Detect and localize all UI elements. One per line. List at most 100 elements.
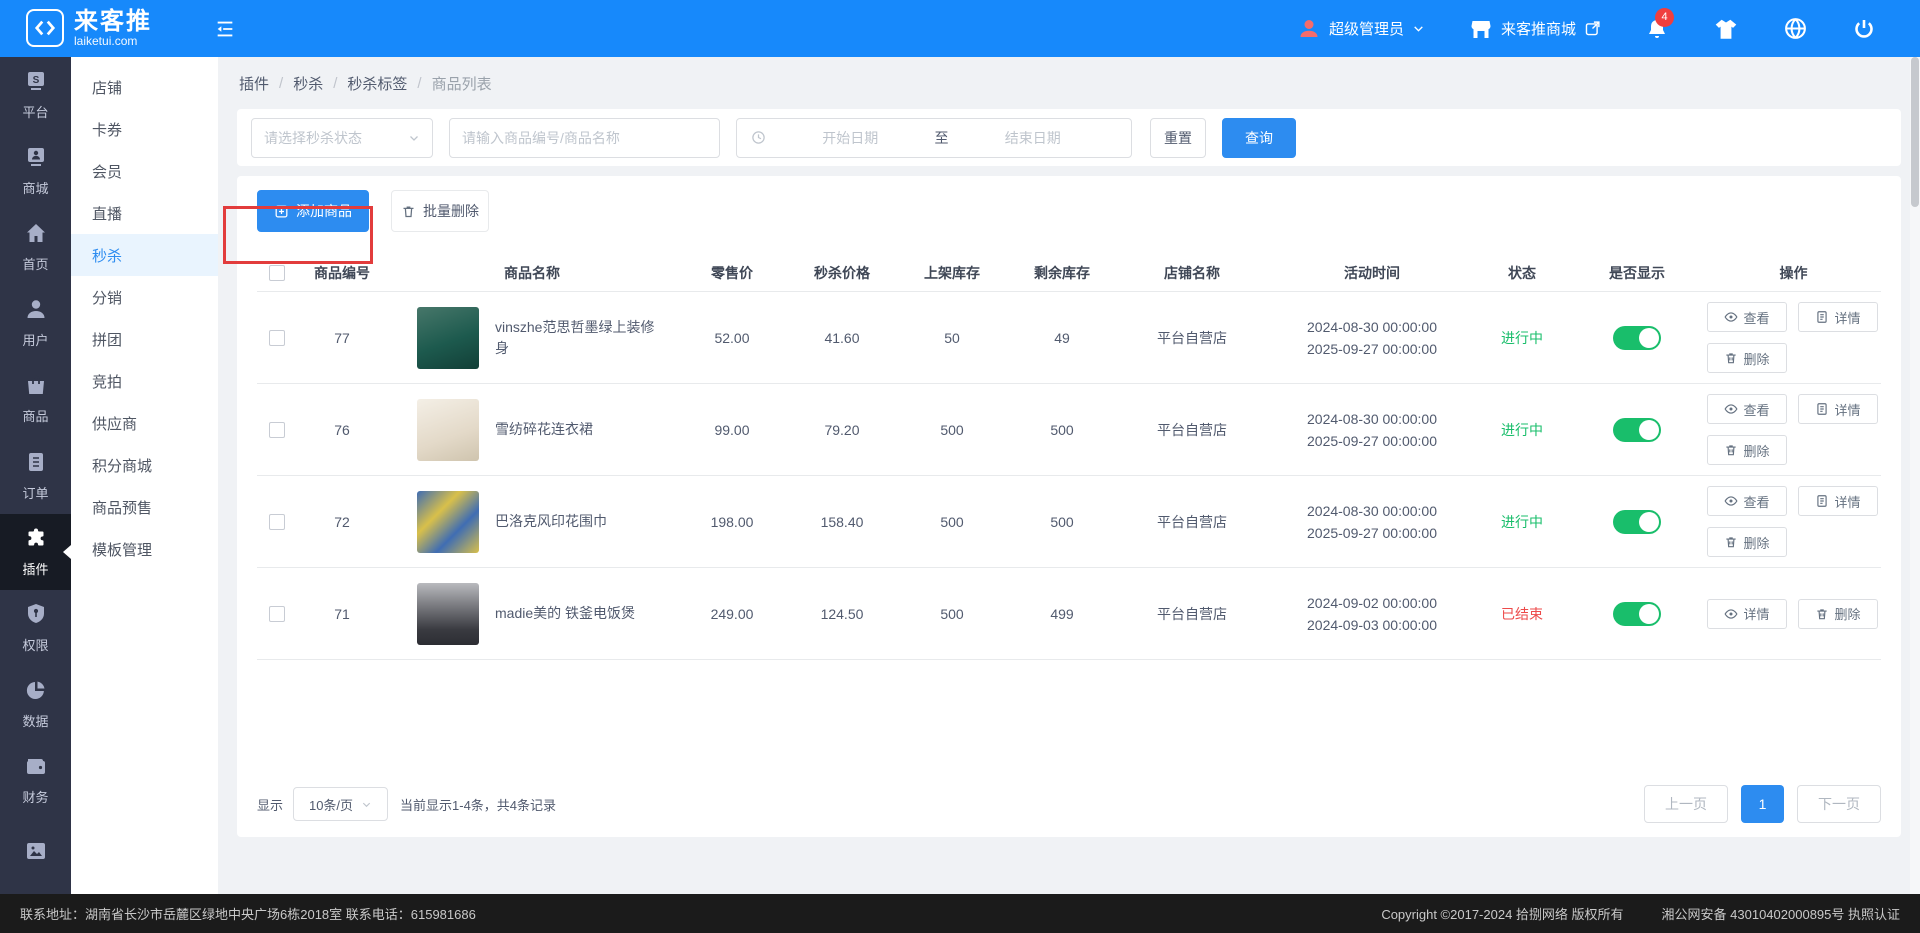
sidebar-item-mall[interactable]: 商城 xyxy=(0,133,71,209)
row-checkbox[interactable] xyxy=(269,605,285,622)
col-visibility: 是否显示 xyxy=(1609,265,1665,281)
row-actions: 查看 详情 删除 xyxy=(1707,302,1880,373)
product-list-card: 添加商品 批量删除 商品编号 商品名称 零售价 秒杀价格 上架库存 剩余库存 店… xyxy=(237,176,1901,837)
visibility-toggle[interactable] xyxy=(1613,509,1661,534)
sidebar-item-data[interactable]: 数据 xyxy=(0,666,71,742)
query-button[interactable]: 查询 xyxy=(1222,117,1296,158)
vertical-scrollbar[interactable] xyxy=(1910,57,1920,894)
globe-icon[interactable] xyxy=(1783,16,1808,41)
user-icon xyxy=(24,297,48,324)
sidebar-item-permissions[interactable]: 权限 xyxy=(0,590,71,666)
row-checkbox[interactable] xyxy=(269,329,285,346)
detail-button[interactable]: 详情 xyxy=(1798,302,1878,332)
start-date-input[interactable]: 开始日期 xyxy=(766,128,935,148)
product-id: 76 xyxy=(334,421,350,438)
pie-chart-icon xyxy=(24,678,48,705)
select-all-checkbox[interactable] xyxy=(269,265,285,281)
visibility-toggle[interactable] xyxy=(1613,601,1661,626)
menu-fold-icon[interactable] xyxy=(214,18,236,40)
user-menu[interactable]: 超级管理员 xyxy=(1297,17,1425,41)
sidebar-item-points-mall[interactable]: 积分商城 xyxy=(71,444,218,486)
search-input[interactable] xyxy=(462,129,707,146)
view-button[interactable]: 查看 xyxy=(1707,302,1787,332)
breadcrumb-item[interactable]: 插件 xyxy=(239,73,269,94)
store-name: 平台自营店 xyxy=(1157,329,1227,346)
sidebar-item-member[interactable]: 会员 xyxy=(71,150,218,192)
product-search-field[interactable] xyxy=(449,117,720,158)
breadcrumb-item[interactable]: 秒杀 xyxy=(293,73,323,94)
remaining-stock: 500 xyxy=(1050,421,1074,438)
pagination-bar: 显示 10条/页 当前显示1-4条，共4条记录 上一页 1 下一页 xyxy=(257,785,1881,823)
visibility-toggle[interactable] xyxy=(1613,417,1661,442)
delete-button[interactable]: 删除 xyxy=(1707,527,1787,557)
table-body: 77 vinszhe范思哲墨绿上装修身 52.00 41.60 50 49 平台… xyxy=(257,292,1881,660)
delete-button[interactable]: 删除 xyxy=(1707,343,1787,373)
batch-delete-button[interactable]: 批量删除 xyxy=(391,190,489,232)
sidebar-item-groupbuy[interactable]: 拼团 xyxy=(71,318,218,360)
col-actions: 操作 xyxy=(1779,265,1808,281)
platform-s-icon: S xyxy=(24,69,48,96)
sidebar-item-coupon[interactable]: 卡券 xyxy=(71,108,218,150)
detail-button[interactable]: 详情 xyxy=(1798,486,1878,516)
pagination-summary: 当前显示1-4条，共4条记录 xyxy=(400,797,557,813)
page-size-select[interactable]: 10条/页 xyxy=(293,787,389,821)
breadcrumb-item[interactable]: 秒杀标签 xyxy=(347,73,407,94)
sidebar-item-presale[interactable]: 商品预售 xyxy=(71,486,218,528)
trash-icon xyxy=(403,206,414,217)
sidebar-item-orders[interactable]: 订单 xyxy=(0,437,71,513)
sidebar-item-auction[interactable]: 竞拍 xyxy=(71,360,218,402)
user-name: 超级管理员 xyxy=(1328,21,1404,38)
table-header-row: 商品编号 商品名称 零售价 秒杀价格 上架库存 剩余库存 店铺名称 活动时间 状… xyxy=(257,255,1881,292)
row-checkbox[interactable] xyxy=(269,421,285,438)
prev-page-button[interactable]: 上一页 xyxy=(1644,785,1728,823)
sidebar-item-users[interactable]: 用户 xyxy=(0,285,71,361)
scrollbar-thumb[interactable] xyxy=(1911,57,1919,207)
trash-icon xyxy=(1726,445,1737,456)
reset-button[interactable]: 重置 xyxy=(1150,117,1206,158)
document-icon xyxy=(1817,495,1828,507)
sidebar-item-home[interactable]: 首页 xyxy=(0,209,71,285)
power-icon[interactable] xyxy=(1852,17,1876,41)
add-product-button[interactable]: 添加商品 xyxy=(257,190,369,232)
status-text: 进行中 xyxy=(1501,513,1543,530)
sidebar-item-live[interactable]: 直播 xyxy=(71,192,218,234)
seckill-status-select[interactable]: 请选择秒杀状态 xyxy=(251,117,433,158)
visibility-toggle[interactable] xyxy=(1613,325,1661,350)
app-root: 来客推 laiketui.com 超级管理员 来客推商城 4 S 平台 商城 首… xyxy=(0,0,1920,933)
col-activity-time: 活动时间 xyxy=(1344,265,1400,281)
detail-button[interactable]: 详情 xyxy=(1798,394,1878,424)
sidebar-item-products[interactable]: 商品 xyxy=(0,361,71,437)
sidebar-item-template[interactable]: 模板管理 xyxy=(71,528,218,570)
sidebar-item-distribution[interactable]: 分销 xyxy=(71,276,218,318)
row-checkbox[interactable] xyxy=(269,513,285,530)
date-range-picker[interactable]: 开始日期 至 结束日期 xyxy=(736,117,1132,158)
view-button[interactable]: 查看 xyxy=(1707,394,1787,424)
delete-button[interactable]: 删除 xyxy=(1707,435,1787,465)
seckill-price: 124.50 xyxy=(820,605,864,622)
sidebar-item-finance[interactable]: 财务 xyxy=(0,742,71,818)
row-actions: 查看 详情 删除 xyxy=(1707,394,1880,465)
sidebar-item-platform[interactable]: S 平台 xyxy=(0,57,71,133)
wallet-icon xyxy=(24,754,48,781)
sidebar-item-media[interactable] xyxy=(0,818,71,894)
seckill-price: 79.20 xyxy=(824,421,860,438)
sidebar-item-store[interactable]: 店铺 xyxy=(71,66,218,108)
store-name: 平台自营店 xyxy=(1157,513,1227,530)
sidebar-item-supplier[interactable]: 供应商 xyxy=(71,402,218,444)
view-button[interactable]: 查看 xyxy=(1707,486,1787,516)
delete-button[interactable]: 删除 xyxy=(1798,598,1878,629)
mall-link[interactable]: 来客推商城 xyxy=(1469,17,1601,41)
brand-logo[interactable]: 来客推 laiketui.com xyxy=(0,8,200,49)
remaining-stock: 49 xyxy=(1054,329,1070,346)
sidebar-item-seckill[interactable]: 秒杀 xyxy=(71,234,218,276)
next-page-button[interactable]: 下一页 xyxy=(1797,785,1881,823)
seckill-price: 158.40 xyxy=(820,513,864,530)
sidebar-item-plugins[interactable]: 插件 xyxy=(0,513,71,590)
detail-button[interactable]: 详情 xyxy=(1707,598,1787,629)
footer-beian[interactable]: 湘公网安备 43010402000895号 执照认证 xyxy=(1662,904,1900,923)
page-number-button[interactable]: 1 xyxy=(1741,785,1784,823)
tshirt-icon[interactable] xyxy=(1713,16,1739,42)
notifications-button[interactable]: 4 xyxy=(1645,7,1674,41)
table-row: 77 vinszhe范思哲墨绿上装修身 52.00 41.60 50 49 平台… xyxy=(257,292,1881,384)
end-date-input[interactable]: 结束日期 xyxy=(949,128,1118,148)
